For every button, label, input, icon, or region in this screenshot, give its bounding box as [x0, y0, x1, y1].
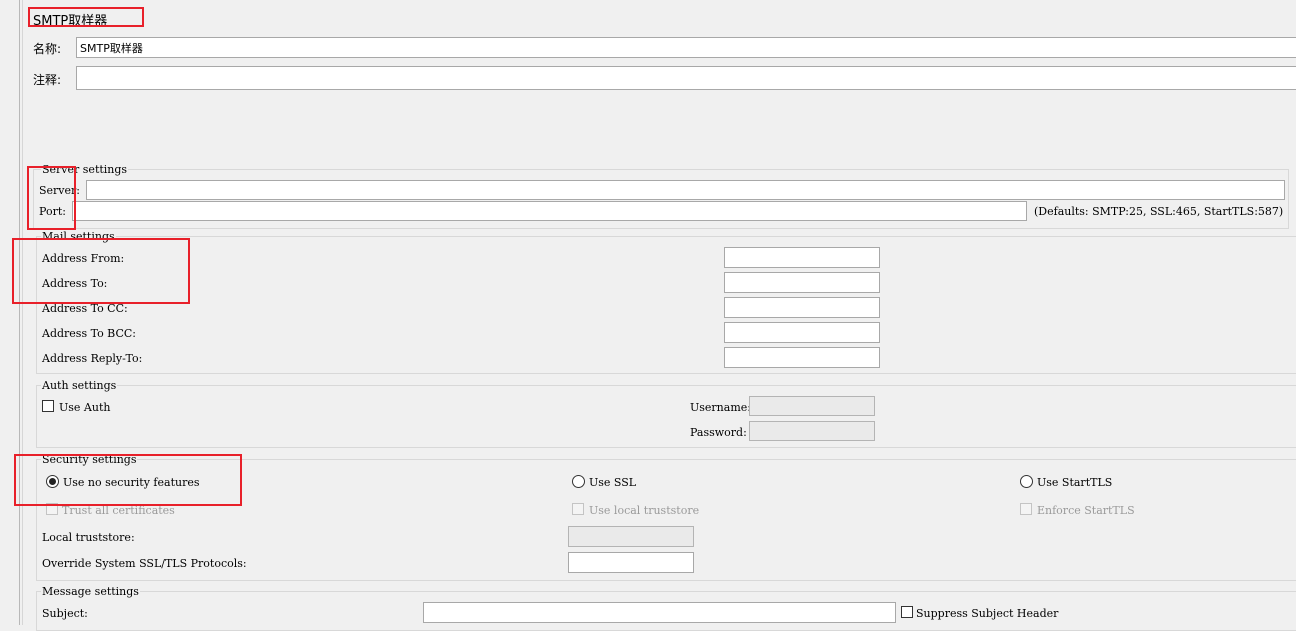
- auth-settings-group: [36, 385, 1296, 448]
- mail-settings-group: [36, 236, 1296, 374]
- address-to-input[interactable]: [724, 272, 880, 293]
- name-input[interactable]: SMTP取样器: [76, 37, 1296, 58]
- suppress-subject-checkbox[interactable]: [901, 606, 913, 618]
- username-label: Username:: [690, 401, 751, 414]
- enforce-starttls-checkbox[interactable]: [1020, 503, 1032, 515]
- use-auth-checkbox[interactable]: [42, 400, 54, 412]
- annotation-box-mail: [12, 238, 190, 304]
- server-input[interactable]: [86, 180, 1285, 200]
- use-ssl-label: Use SSL: [589, 476, 637, 489]
- subject-label: Subject:: [42, 607, 88, 620]
- annotation-box-server: [27, 166, 76, 230]
- message-settings-legend: Message settings: [41, 585, 140, 598]
- local-truststore-label: Local truststore:: [42, 531, 135, 544]
- override-protocols-label: Override System SSL/TLS Protocols:: [42, 557, 247, 570]
- use-auth-label: Use Auth: [59, 401, 111, 414]
- address-reply-to-input[interactable]: [724, 347, 880, 368]
- use-local-truststore-label: Use local truststore: [589, 504, 700, 517]
- name-label: 名称:: [33, 42, 62, 56]
- use-local-truststore-checkbox[interactable]: [572, 503, 584, 515]
- address-bcc-label: Address To BCC:: [42, 327, 137, 340]
- address-bcc-input[interactable]: [724, 322, 880, 343]
- use-starttls-label: Use StartTLS: [1037, 476, 1113, 489]
- port-input[interactable]: [72, 201, 1027, 221]
- username-input[interactable]: [749, 396, 875, 416]
- local-truststore-input[interactable]: [568, 526, 694, 547]
- override-protocols-input[interactable]: [568, 552, 694, 573]
- use-ssl-radio[interactable]: [572, 475, 585, 488]
- address-from-input[interactable]: [724, 247, 880, 268]
- password-label: Password:: [690, 426, 747, 439]
- use-starttls-radio[interactable]: [1020, 475, 1033, 488]
- comment-input[interactable]: [76, 66, 1296, 90]
- enforce-starttls-label: Enforce StartTLS: [1037, 504, 1135, 517]
- suppress-subject-label: Suppress Subject Header: [916, 607, 1059, 620]
- left-tree-edge: [0, 0, 23, 625]
- address-reply-to-label: Address Reply-To:: [42, 352, 143, 365]
- annotation-box-title: [28, 7, 144, 27]
- auth-settings-legend: Auth settings: [41, 379, 118, 392]
- annotation-box-security: [14, 454, 242, 506]
- address-cc-input[interactable]: [724, 297, 880, 318]
- password-input[interactable]: [749, 421, 875, 441]
- port-defaults-text: (Defaults: SMTP:25, SSL:465, StartTLS:58…: [1034, 205, 1284, 218]
- subject-input[interactable]: [423, 602, 896, 623]
- comment-label: 注释:: [33, 73, 62, 87]
